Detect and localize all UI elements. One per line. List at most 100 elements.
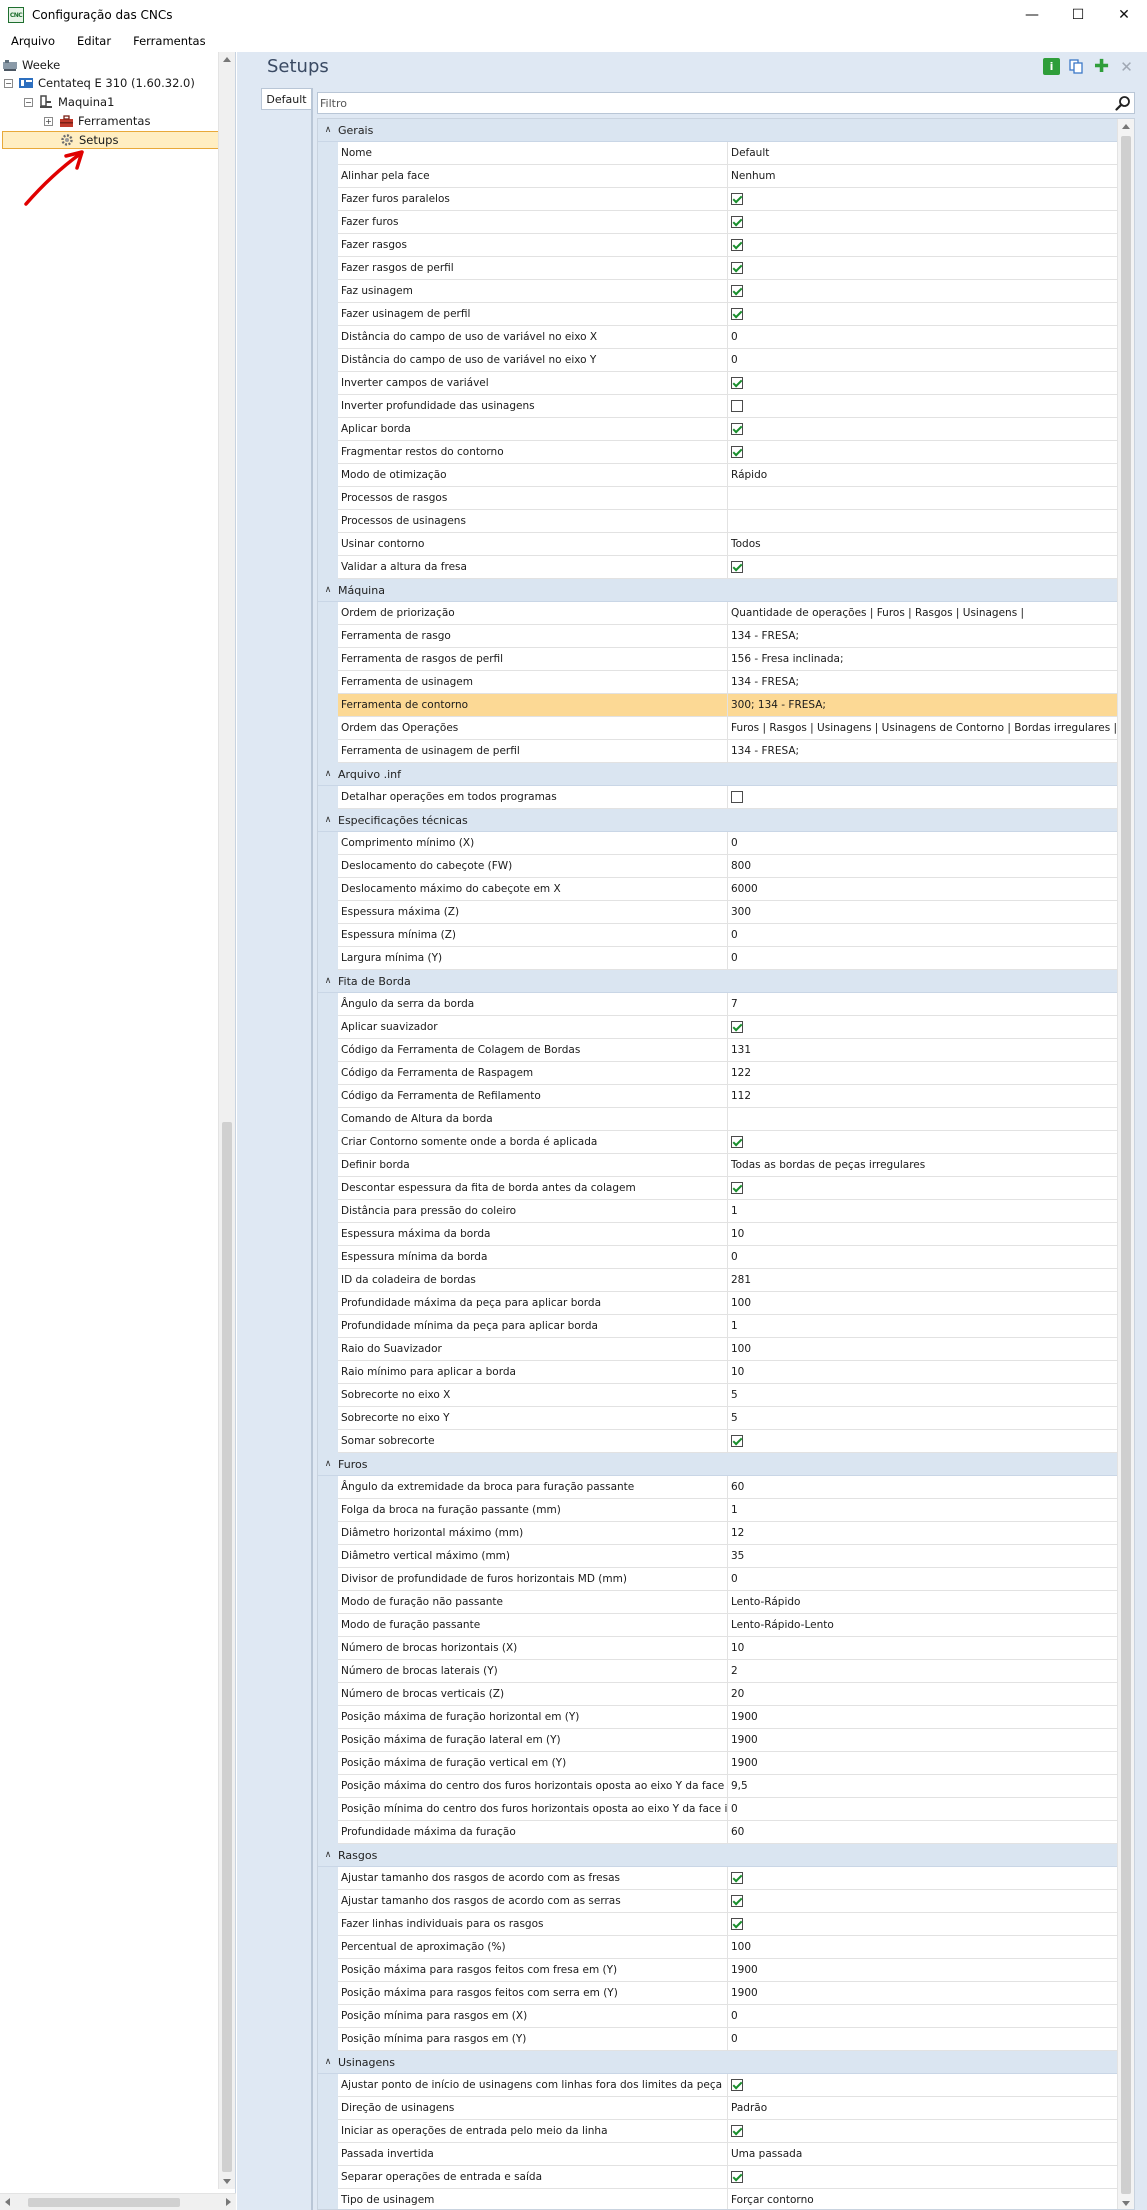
close-icon[interactable]: ✕ [1118,58,1135,76]
property-row[interactable]: Espessura mínima (Z) 0 [318,924,1118,947]
property-row[interactable]: Percentual de aproximação (%) 100 [318,1936,1118,1959]
property-row[interactable]: Ângulo da extremidade da broca para fura… [318,1476,1118,1499]
property-row[interactable]: Ajustar tamanho dos rasgos de acordo com… [318,1867,1118,1890]
chevron-up-icon[interactable]: ∧ [318,976,338,986]
property-row[interactable]: Ferramenta de rasgos de perfil 156 - Fres… [318,648,1118,671]
property-checkbox[interactable] [731,239,743,251]
category-row[interactable]: ∧ Furos [318,1453,1118,1476]
category-row[interactable]: ∧ Fita de Borda [318,970,1118,993]
property-value[interactable]: 134 - FRESA; [728,740,1118,762]
property-checkbox[interactable] [731,377,743,389]
property-value[interactable]: Padrão [728,2097,1118,2119]
property-row[interactable]: Modo de furação passante Lento-Rápido-Len… [318,1614,1118,1637]
property-row[interactable]: Número de brocas verticais (Z) 20 [318,1683,1118,1706]
property-value[interactable]: Lento-Rápido-Lento [728,1614,1118,1636]
property-checkbox[interactable] [731,1918,743,1930]
property-value[interactable]: 100 [728,1292,1118,1314]
category-row[interactable]: ∧ Máquina [318,579,1118,602]
property-value[interactable]: 0 [728,326,1118,348]
property-value[interactable]: 1900 [728,1729,1118,1751]
property-row[interactable]: Profundidade mínima da peça para aplicar… [318,1315,1118,1338]
property-value[interactable] [728,1108,1118,1130]
property-checkbox[interactable] [731,1895,743,1907]
property-value[interactable]: 134 - FRESA; [728,625,1118,647]
tree-node-weeke[interactable]: Weeke [2,56,60,74]
property-row[interactable]: Espessura máxima (Z) 300 [318,901,1118,924]
property-value[interactable]: 10 [728,1223,1118,1245]
property-row[interactable]: Espessura mínima da borda 0 [318,1246,1118,1269]
property-row[interactable]: Processos de usinagens [318,510,1118,533]
chevron-up-icon[interactable]: ∧ [318,815,338,825]
category-row[interactable]: ∧ Usinagens [318,2051,1118,2074]
property-value[interactable]: Quantidade de operações | Furos | Rasgos… [728,602,1118,624]
property-value[interactable]: 0 [728,2005,1118,2027]
scroll-left-icon[interactable] [5,2198,10,2206]
chevron-up-icon[interactable]: ∧ [318,769,338,779]
property-row[interactable]: Fazer linhas individuais para os rasgos [318,1913,1118,1936]
property-checkbox[interactable] [731,1021,743,1033]
property-value[interactable]: 156 - Fresa inclinada; [728,648,1118,670]
property-value[interactable]: 1900 [728,1706,1118,1728]
property-row[interactable]: Passada invertida Uma passada [318,2143,1118,2166]
property-row[interactable]: Separar operações de entrada e saída [318,2166,1118,2189]
property-row[interactable]: Fazer usinagem de perfil [318,303,1118,326]
property-row[interactable]: Sobrecorte no eixo Y5 [318,1407,1118,1430]
close-window-button[interactable]: ✕ [1101,0,1147,30]
property-checkbox[interactable] [731,1136,743,1148]
property-value[interactable]: 0 [728,2028,1118,2050]
property-row[interactable]: Fazer rasgos de perfil [318,257,1118,280]
tree-scroll-thumb[interactable] [222,1122,232,2172]
property-row[interactable]: Deslocamento do cabeçote (FW) 800 [318,855,1118,878]
property-row[interactable]: Fazer rasgos [318,234,1118,257]
property-row[interactable]: Fazer furos paralelos [318,188,1118,211]
property-row[interactable]: Validar a altura da fresa [318,556,1118,579]
property-row[interactable]: Diâmetro vertical máximo (mm) 35 [318,1545,1118,1568]
scroll-right-icon[interactable] [226,2198,231,2206]
property-row[interactable]: Sobrecorte no eixo X5 [318,1384,1118,1407]
property-checkbox[interactable] [731,262,743,274]
property-row[interactable]: Detalhar operações em todos programas [318,786,1118,809]
property-checkbox[interactable] [731,2079,743,2091]
property-value[interactable]: Lento-Rápido [728,1591,1118,1613]
minimize-button[interactable]: — [1009,0,1055,30]
property-value[interactable]: 0 [728,924,1118,946]
property-value[interactable]: 0 [728,832,1118,854]
property-row[interactable]: Ajustar tamanho dos rasgos de acordo com… [318,1890,1118,1913]
property-value[interactable] [728,487,1118,509]
property-checkbox[interactable] [731,193,743,205]
property-value[interactable]: 10 [728,1637,1118,1659]
property-value[interactable]: 6000 [728,878,1118,900]
property-row[interactable]: Iniciar as operações de entrada pelo mei… [318,2120,1118,2143]
expand-icon[interactable]: + [44,116,53,126]
property-value[interactable]: Todos [728,533,1118,555]
filter-input[interactable] [320,94,1100,112]
property-checkbox[interactable] [731,285,743,297]
property-value[interactable]: 7 [728,993,1118,1015]
property-checkbox[interactable] [731,423,743,435]
property-value[interactable]: 134 - FRESA; [728,671,1118,693]
property-row[interactable]: Ângulo da serra da borda 7 [318,993,1118,1016]
chevron-up-icon[interactable]: ∧ [318,125,338,135]
property-value[interactable]: 1 [728,1499,1118,1521]
property-row[interactable]: Ferramenta de rasgo 134 - FRESA; [318,625,1118,648]
category-row[interactable]: ∧ Rasgos [318,1844,1118,1867]
category-row[interactable]: ∧ Especificações técnicas [318,809,1118,832]
property-checkbox[interactable] [731,446,743,458]
property-row[interactable]: Número de brocas laterais (Y) 2 [318,1660,1118,1683]
tree-hscroll-thumb[interactable] [28,2198,180,2207]
property-row[interactable]: Comprimento mínimo (X) 0 [318,832,1118,855]
property-row[interactable]: Posição máxima de furação lateral em (Y)… [318,1729,1118,1752]
property-value[interactable]: 20 [728,1683,1118,1705]
property-checkbox[interactable] [731,561,743,573]
property-row[interactable]: Ferramenta de contorno 300; 134 - FRESA; [318,694,1118,717]
property-row[interactable]: Número de brocas horizontais (X) 10 [318,1637,1118,1660]
property-row[interactable]: Deslocamento máximo do cabeçote em X 6000 [318,878,1118,901]
property-row[interactable]: Distância do campo de uso de variável no… [318,349,1118,372]
property-row[interactable]: Espessura máxima da borda 10 [318,1223,1118,1246]
property-value[interactable]: 122 [728,1062,1118,1084]
property-value[interactable]: 35 [728,1545,1118,1567]
property-row[interactable]: Posição máxima do centro dos furos horiz… [318,1775,1118,1798]
category-row[interactable]: ∧ Gerais [318,119,1118,142]
property-value[interactable]: Nenhum [728,165,1118,187]
property-row[interactable]: Fragmentar restos do contorno [318,441,1118,464]
